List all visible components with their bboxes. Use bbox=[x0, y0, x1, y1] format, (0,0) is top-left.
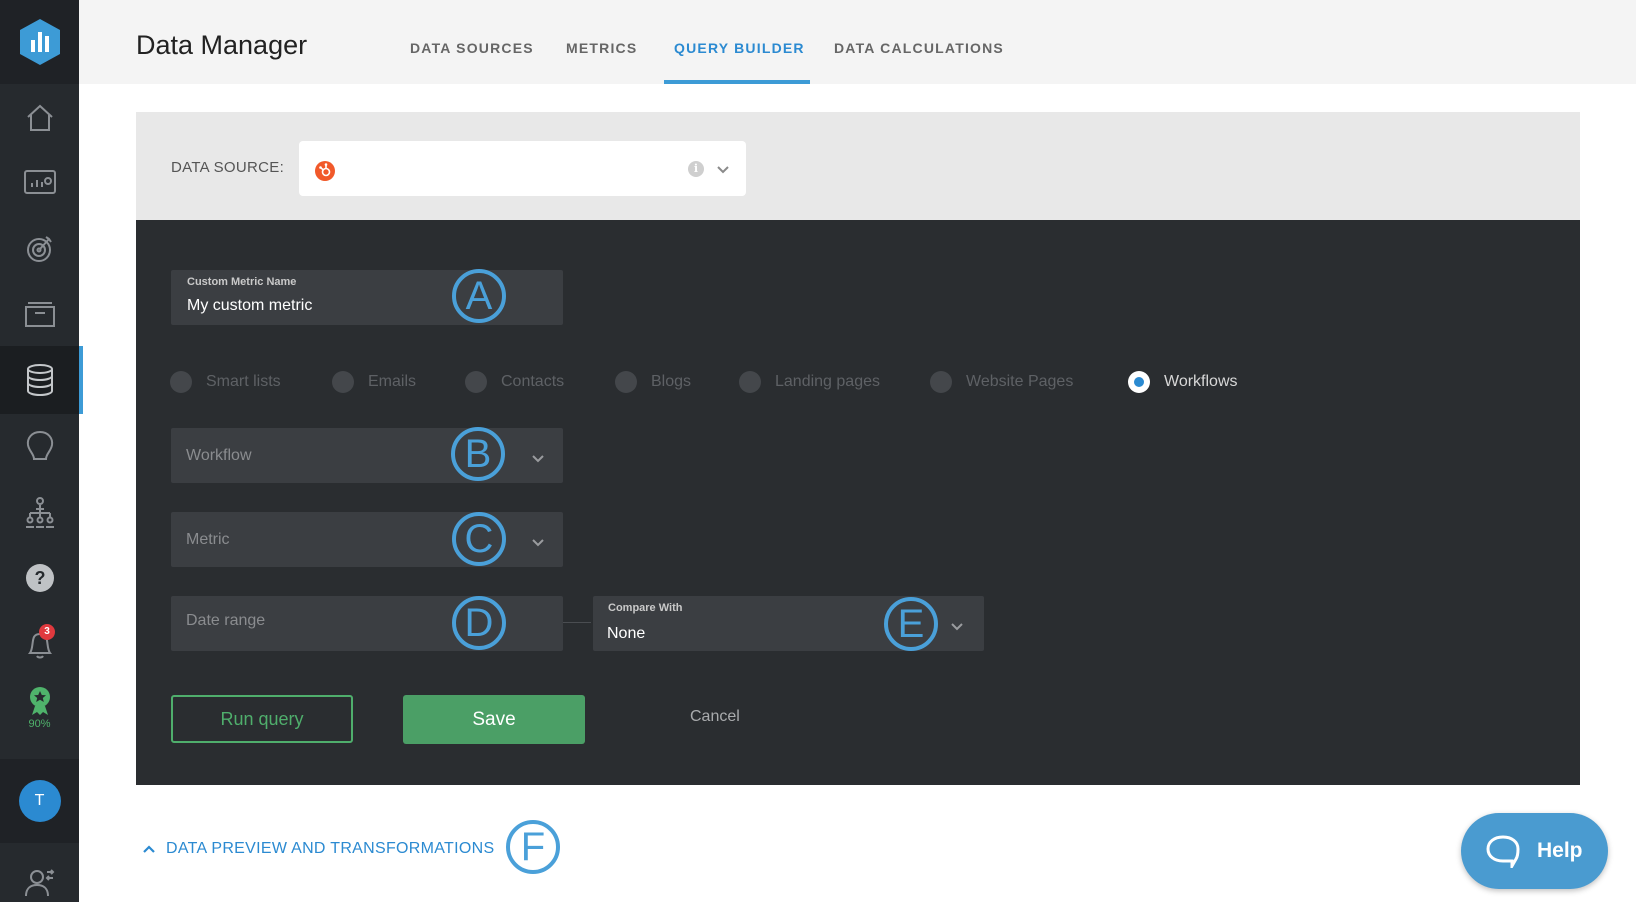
radio-contacts[interactable]: Contacts bbox=[465, 370, 564, 394]
account-icon bbox=[24, 869, 54, 897]
radio-dot bbox=[739, 371, 761, 393]
sidebar-item-home[interactable] bbox=[0, 84, 79, 152]
sidebar-item-folders[interactable] bbox=[0, 280, 79, 348]
radio-dot bbox=[170, 371, 192, 393]
help-label: Help bbox=[1537, 839, 1583, 862]
radio-website-pages[interactable]: Website Pages bbox=[930, 370, 1073, 394]
info-icon[interactable]: i bbox=[688, 161, 704, 177]
sidebar-item-dashboards[interactable] bbox=[0, 149, 79, 217]
radio-label: Landing pages bbox=[775, 373, 880, 390]
radio-dot bbox=[1128, 371, 1150, 393]
folder-icon bbox=[24, 302, 55, 327]
account-menu[interactable]: T bbox=[0, 759, 79, 843]
annotation-marker-e: E bbox=[884, 597, 938, 651]
sidebar-item-achievements[interactable]: 90% bbox=[0, 674, 79, 742]
radio-label: Smart lists bbox=[206, 373, 281, 390]
sidebar-item-data-manager[interactable] bbox=[0, 346, 83, 414]
tab-data-sources[interactable]: DATA SOURCES bbox=[410, 40, 534, 56]
notification-badge: 3 bbox=[39, 624, 55, 640]
progress-percent: 90% bbox=[28, 718, 51, 730]
compare-with-label: Compare With bbox=[608, 602, 683, 614]
compare-with-value: None bbox=[607, 625, 646, 642]
run-query-button[interactable]: Run query bbox=[171, 695, 353, 743]
chevron-up-icon bbox=[143, 845, 155, 853]
radio-label: Workflows bbox=[1164, 373, 1238, 390]
database-icon bbox=[26, 364, 53, 397]
custom-metric-name-label: Custom Metric Name bbox=[187, 276, 297, 288]
annotation-marker-d: D bbox=[452, 596, 506, 650]
sidebar-item-notifications[interactable]: 3 bbox=[0, 610, 79, 678]
annotation-marker-a: A bbox=[452, 269, 506, 323]
app-logo[interactable] bbox=[0, 0, 79, 84]
radio-dot bbox=[332, 371, 354, 393]
svg-text:?: ? bbox=[34, 568, 45, 588]
radio-emails[interactable]: Emails bbox=[332, 370, 416, 394]
data-preview-toggle[interactable]: DATA PREVIEW AND TRANSFORMATIONS bbox=[142, 840, 494, 858]
tab-data-calculations[interactable]: DATA CALCULATIONS bbox=[834, 40, 1004, 56]
radio-dot bbox=[615, 371, 637, 393]
field-connector bbox=[563, 622, 591, 623]
annotation-marker-c: C bbox=[452, 512, 506, 566]
chevron-down-icon bbox=[532, 455, 544, 463]
achievements-icon bbox=[29, 687, 50, 715]
sidebar-item-team[interactable] bbox=[0, 478, 79, 546]
date-range-placeholder: Date range bbox=[186, 612, 266, 629]
data-source-label: DATA SOURCE: bbox=[171, 159, 285, 176]
help-button[interactable]: Help bbox=[1461, 813, 1608, 889]
query-builder-panel: Custom Metric Name My custom metric A Sm… bbox=[136, 220, 1580, 785]
help-icon: ? bbox=[25, 564, 54, 592]
radio-label: Website Pages bbox=[966, 373, 1074, 390]
chevron-down-icon bbox=[532, 539, 544, 547]
tab-query-builder[interactable]: QUERY BUILDER bbox=[674, 40, 805, 56]
radio-blogs[interactable]: Blogs bbox=[615, 370, 691, 394]
data-source-select[interactable]: i bbox=[299, 141, 746, 196]
page-title: Data Manager bbox=[136, 30, 308, 60]
sidebar-item-users[interactable] bbox=[0, 848, 79, 902]
annotation-marker-b: B bbox=[451, 427, 505, 481]
chevron-down-icon[interactable] bbox=[716, 162, 730, 176]
annotation-marker-f: F bbox=[506, 820, 560, 874]
object-type-radio-group: Smart lists Emails Contacts Blogs Landin… bbox=[170, 370, 1370, 394]
org-chart-icon bbox=[25, 497, 54, 528]
radio-label: Contacts bbox=[501, 373, 565, 390]
radio-dot bbox=[465, 371, 487, 393]
save-button[interactable]: Save bbox=[403, 695, 585, 744]
goals-icon bbox=[26, 236, 52, 262]
sidebar-item-goals[interactable] bbox=[0, 215, 79, 283]
chevron-down-icon bbox=[951, 623, 963, 631]
home-icon bbox=[26, 104, 53, 131]
sidebar-item-insights[interactable] bbox=[0, 412, 79, 480]
radio-label: Blogs bbox=[651, 373, 692, 390]
header: Data Manager DATA SOURCES METRICS QUERY … bbox=[79, 0, 1636, 84]
radio-dot bbox=[930, 371, 952, 393]
radio-landing-pages[interactable]: Landing pages bbox=[739, 370, 880, 394]
tab-metrics[interactable]: METRICS bbox=[566, 40, 637, 56]
sidebar: ? 3 90% T bbox=[0, 0, 83, 902]
radio-smart-lists[interactable]: Smart lists bbox=[170, 370, 281, 394]
workflow-placeholder: Workflow bbox=[186, 447, 252, 464]
dashboard-icon bbox=[23, 170, 56, 194]
custom-metric-name-value: My custom metric bbox=[187, 297, 313, 314]
data-preview-label: DATA PREVIEW AND TRANSFORMATIONS bbox=[166, 840, 495, 857]
radio-label: Emails bbox=[368, 373, 417, 390]
avatar[interactable]: T bbox=[18, 780, 61, 822]
lightbulb-icon bbox=[26, 430, 53, 460]
logo-icon bbox=[19, 19, 60, 65]
data-source-bar: DATA SOURCE: i bbox=[136, 112, 1580, 220]
cancel-button[interactable]: Cancel bbox=[690, 708, 740, 726]
active-tab-indicator bbox=[664, 80, 810, 84]
radio-workflows[interactable]: Workflows bbox=[1128, 370, 1238, 394]
metric-placeholder: Metric bbox=[186, 531, 230, 548]
hubspot-icon bbox=[315, 161, 335, 181]
chat-bubble-icon bbox=[1486, 835, 1520, 868]
sidebar-item-help[interactable]: ? bbox=[0, 544, 79, 612]
